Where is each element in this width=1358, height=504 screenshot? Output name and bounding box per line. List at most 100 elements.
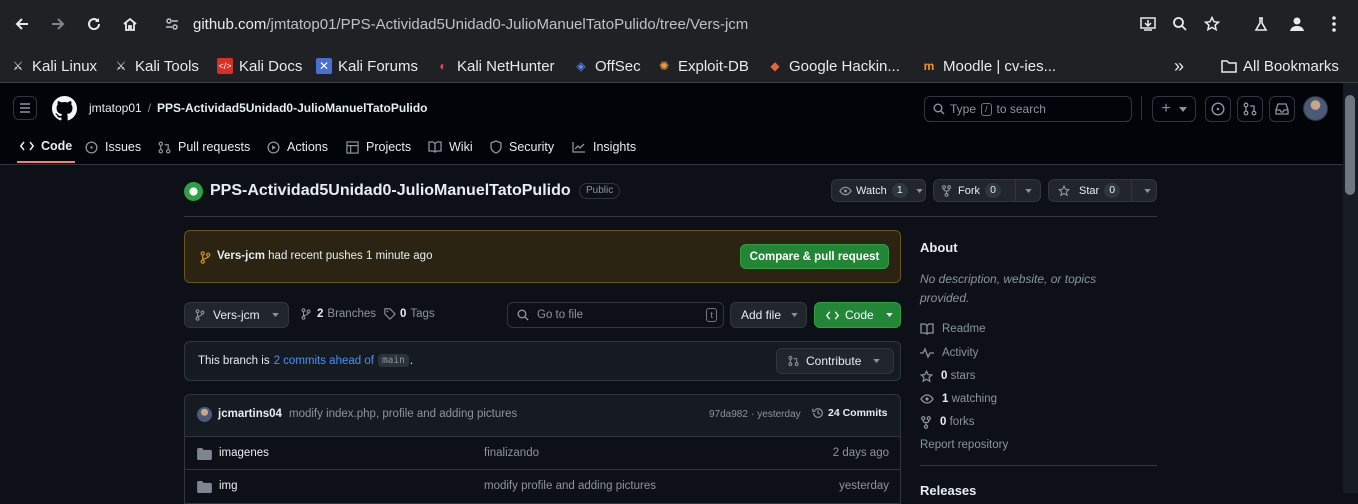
search-input[interactable]: Type / to search bbox=[924, 96, 1132, 122]
back-button[interactable] bbox=[8, 10, 36, 38]
file-row[interactable]: img modify profile and adding pictures y… bbox=[185, 469, 900, 502]
bookmark-exploit-db[interactable]: ✺ Exploit-DB bbox=[656, 53, 749, 79]
tab-pull-requests[interactable]: Pull requests bbox=[158, 131, 250, 163]
commit-message-link[interactable]: modify index.php, profile and adding pic… bbox=[289, 408, 517, 420]
git-branch-icon bbox=[301, 308, 311, 320]
book-icon bbox=[920, 323, 934, 335]
commit-author-link[interactable]: jcmartins04 bbox=[218, 408, 282, 420]
go-to-file-input[interactable]: Go to file t bbox=[507, 302, 724, 328]
issues-button[interactable] bbox=[1205, 96, 1231, 122]
home-button[interactable] bbox=[116, 10, 144, 38]
folder-icon bbox=[197, 481, 212, 493]
file-commit-age: yesterday bbox=[839, 480, 889, 492]
watch-button[interactable]: Watch 1 bbox=[831, 179, 926, 202]
zoom-button[interactable] bbox=[1164, 8, 1196, 40]
tab-security[interactable]: Security bbox=[490, 131, 554, 163]
bookmark-kali-forums[interactable]: ✕ Kali Forums bbox=[316, 53, 418, 79]
fork-button[interactable]: Fork 0 bbox=[933, 179, 1041, 202]
repo-title[interactable]: PPS-Actividad5Unidad0-JulioManuelTatoPul… bbox=[210, 182, 571, 200]
install-app-button[interactable] bbox=[1132, 8, 1164, 40]
add-file-button[interactable]: Add file bbox=[730, 302, 807, 328]
bookmark-kali-nethunter[interactable]: ◐ Kali NetHunter bbox=[435, 53, 554, 79]
arrow-left-icon bbox=[15, 18, 28, 30]
ghdb-icon: ◆ bbox=[770, 59, 780, 73]
chevron-down-icon bbox=[791, 313, 798, 317]
bookmark-star-button[interactable] bbox=[1196, 8, 1228, 40]
avatar[interactable] bbox=[1303, 96, 1328, 121]
watching-link[interactable]: 1 watching bbox=[920, 390, 997, 408]
recent-push-text: Vers-jcm had recent pushes 1 minute ago bbox=[217, 250, 433, 262]
file-commit-message[interactable]: finalizando bbox=[484, 447, 539, 459]
tab-code[interactable]: Code bbox=[17, 131, 76, 163]
pull-requests-button[interactable] bbox=[1237, 96, 1263, 122]
commit-history-link[interactable]: 24 Commits bbox=[812, 407, 888, 419]
commit-author-avatar[interactable] bbox=[197, 407, 212, 422]
tab-actions[interactable]: Actions bbox=[267, 131, 328, 163]
bookmark-kali-docs[interactable]: </> Kali Docs bbox=[217, 53, 302, 79]
bookmark-moodle[interactable]: m Moodle | cv-ies... bbox=[921, 53, 1056, 79]
readme-link[interactable]: Readme bbox=[920, 320, 985, 338]
reload-button[interactable] bbox=[80, 10, 108, 38]
report-repository-link[interactable]: Report repository bbox=[920, 439, 1008, 451]
watch-count: 1 bbox=[891, 183, 908, 198]
arrow-right-icon bbox=[52, 18, 65, 30]
github-logo-icon[interactable] bbox=[52, 96, 77, 121]
eye-icon bbox=[920, 394, 934, 404]
graph-icon bbox=[572, 142, 585, 153]
bookmark-kali-linux[interactable]: ⚔ Kali Linux bbox=[10, 53, 97, 79]
releases-heading[interactable]: Releases bbox=[920, 483, 976, 498]
page-scrollbar-thumb[interactable] bbox=[1345, 95, 1355, 195]
compare-pull-request-button[interactable]: Compare & pull request bbox=[740, 244, 889, 269]
folder-icon bbox=[197, 448, 212, 460]
chrome-menu-button[interactable] bbox=[1318, 8, 1350, 40]
star-outline-icon bbox=[1204, 16, 1220, 32]
star-outline-icon bbox=[920, 369, 933, 382]
activity-link[interactable]: Activity bbox=[920, 344, 978, 362]
star-button[interactable]: Star 0 bbox=[1048, 179, 1157, 202]
stars-link[interactable]: 0 stars bbox=[920, 367, 976, 385]
go-to-file-shortcut-key: t bbox=[706, 308, 717, 322]
bookmark-offsec[interactable]: ◈ OffSec bbox=[573, 53, 640, 79]
bookmarks-overflow-button[interactable]: » bbox=[1174, 53, 1184, 79]
all-bookmarks-button[interactable]: All Bookmarks bbox=[1221, 53, 1339, 79]
moodle-icon: m bbox=[923, 59, 935, 73]
branch-select-button[interactable]: Vers-jcm bbox=[184, 302, 289, 328]
code-button[interactable]: Code bbox=[814, 302, 901, 328]
bookmark-kali-tools[interactable]: ⚔ Kali Tools bbox=[113, 53, 199, 79]
file-row[interactable]: imagenes finalizando 2 days ago bbox=[185, 436, 900, 469]
commit-hash-link[interactable]: 97da982 bbox=[709, 409, 748, 420]
forks-link[interactable]: 0 forks bbox=[920, 413, 975, 431]
bookmarks-bar: ⚔ Kali Linux ⚔ Kali Tools </> Kali Docs ✕ Ka… bbox=[0, 48, 1358, 83]
docs-icon: </> bbox=[217, 58, 233, 74]
branch-ahead-bar: This branch is 2 commits ahead of main. … bbox=[184, 341, 901, 381]
tab-insights[interactable]: Insights bbox=[572, 131, 636, 163]
inbox-button[interactable] bbox=[1269, 96, 1295, 122]
file-name-link[interactable]: img bbox=[219, 480, 238, 492]
recent-push-banner: Vers-jcm had recent pushes 1 minute ago … bbox=[184, 230, 901, 283]
repo-link[interactable]: PPS-Actividad5Unidad0-JulioManuelTatoPul… bbox=[157, 101, 427, 115]
pushed-branch-name[interactable]: Vers-jcm bbox=[217, 250, 265, 262]
file-commit-message[interactable]: modify profile and adding pictures bbox=[484, 480, 656, 492]
tab-issues[interactable]: Issues bbox=[85, 131, 141, 163]
issue-opened-icon bbox=[1211, 102, 1225, 116]
owner-link[interactable]: jmtatop01 bbox=[89, 101, 142, 115]
branches-link[interactable]: 2 Branches bbox=[301, 308, 376, 320]
profile-button[interactable] bbox=[1281, 8, 1313, 40]
tags-link[interactable]: 0 Tags bbox=[384, 308, 435, 320]
contribute-button[interactable]: Contribute bbox=[776, 348, 894, 374]
kebab-menu-icon bbox=[1332, 16, 1336, 32]
hamburger-icon bbox=[20, 103, 30, 113]
commits-ahead-link[interactable]: 2 commits ahead of bbox=[274, 355, 374, 367]
code-icon bbox=[20, 141, 34, 151]
forward-button[interactable] bbox=[44, 10, 72, 38]
browser-toolbar: github.com/jmtatop01/PPS-Actividad5Unida… bbox=[0, 0, 1358, 48]
tab-wiki[interactable]: Wiki bbox=[428, 131, 473, 163]
global-menu-button[interactable] bbox=[13, 96, 37, 120]
file-name-link[interactable]: imagenes bbox=[219, 447, 269, 459]
branch-ahead-text: This branch is 2 commits ahead of main. bbox=[198, 354, 414, 367]
chevron-down-icon bbox=[873, 359, 881, 363]
bookmark-google-hacking[interactable]: ◆ Google Hackin... bbox=[767, 53, 900, 79]
labs-button[interactable] bbox=[1245, 8, 1277, 40]
tab-projects[interactable]: Projects bbox=[346, 131, 411, 163]
create-new-button[interactable]: + bbox=[1152, 96, 1196, 122]
